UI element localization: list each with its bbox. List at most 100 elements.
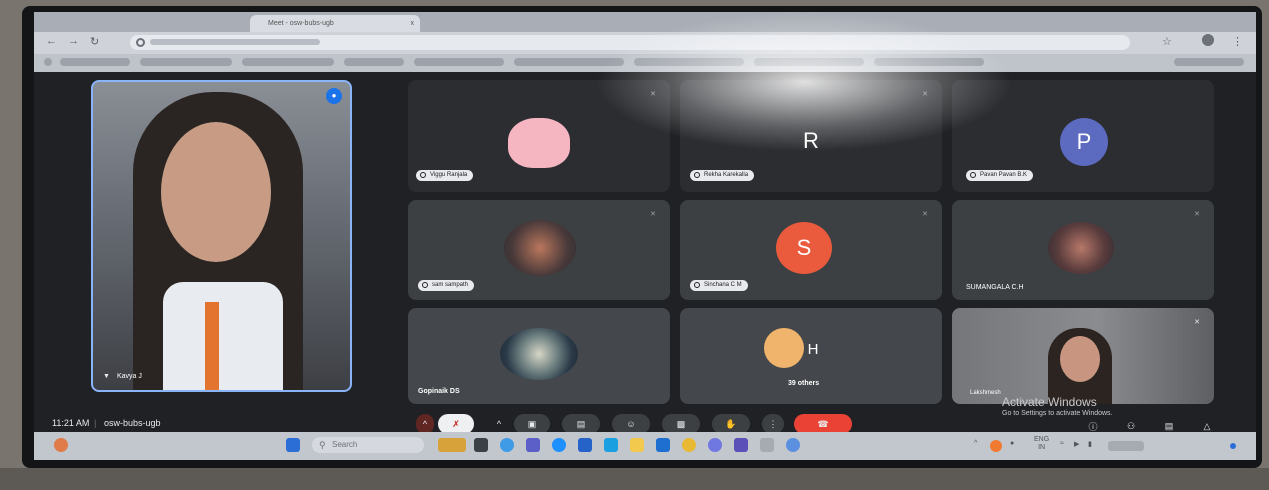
- participant-name: Pavan Pavan B.K: [966, 170, 1034, 181]
- participant-name: Sinchana C M: [690, 280, 748, 291]
- teams-icon[interactable]: [526, 438, 540, 452]
- bookmark-item[interactable]: [874, 58, 984, 66]
- start-button-windows-icon[interactable]: [286, 438, 300, 452]
- participant-avatar: [504, 220, 576, 276]
- wifi-icon[interactable]: ≈: [1060, 440, 1064, 447]
- url-text-blurred: [150, 39, 320, 45]
- browser-icon[interactable]: [552, 438, 566, 452]
- participant-avatar: [764, 328, 804, 368]
- widgets-icon[interactable]: [438, 438, 466, 452]
- all-bookmarks[interactable]: [1174, 58, 1244, 66]
- file-explorer-icon[interactable]: [630, 438, 644, 452]
- desk-surface: [0, 468, 1269, 490]
- tab-close-icon[interactable]: x: [411, 15, 415, 32]
- participant-tile-rekha[interactable]: ✕ R Rekha Karekalla: [680, 80, 942, 192]
- vpn-icon[interactable]: [734, 438, 748, 452]
- language-indicator[interactable]: ENG IN: [1034, 436, 1049, 452]
- taskbar-search-input[interactable]: ⚲ Search: [312, 437, 424, 453]
- task-view-icon[interactable]: [474, 438, 488, 452]
- search-placeholder: Search: [332, 440, 358, 449]
- profile-avatar[interactable]: [1202, 34, 1214, 46]
- captions-button[interactable]: ▤: [562, 414, 600, 434]
- mic-icon: ▼: [103, 373, 110, 380]
- forward-icon[interactable]: →: [68, 35, 79, 47]
- participant-tile-others[interactable]: H 39 others: [680, 308, 942, 404]
- participant-name: Viggu Ranjala: [416, 170, 474, 181]
- featured-speaker-tile[interactable]: ● ▼ Kavya J: [91, 80, 352, 392]
- emoji-reactions-button[interactable]: ☺: [612, 414, 650, 434]
- participant-tile-pavan[interactable]: P Pavan Pavan B.K: [952, 80, 1214, 192]
- back-icon[interactable]: ←: [46, 35, 57, 47]
- screen: Meet - osw-bubs-ugb x ← → ↻ ☆ ⋮ ● ▼ Kavy…: [34, 12, 1256, 460]
- browser-toolbar: ← → ↻ ☆ ⋮: [34, 32, 1256, 54]
- chrome-icon[interactable]: [682, 438, 696, 452]
- site-info-icon[interactable]: [136, 38, 145, 47]
- search-icon: ⚲: [319, 440, 326, 450]
- store-icon[interactable]: [578, 438, 592, 452]
- windows-taskbar: ⚲ Search ^ ● ENG IN ≈ ▶ ▮: [34, 432, 1256, 460]
- mic-options-chevron-icon[interactable]: ^: [416, 414, 434, 434]
- participant-tile-sam[interactable]: ✕ sam sampath: [408, 200, 670, 300]
- bookmark-item[interactable]: [634, 58, 744, 66]
- others-count: 39 others: [788, 380, 820, 387]
- bookmark-item[interactable]: [60, 58, 130, 66]
- bookmark-item[interactable]: [514, 58, 624, 66]
- edge-icon[interactable]: [500, 438, 514, 452]
- tray-chevron-icon[interactable]: ^: [974, 440, 977, 447]
- bookmarks-bar: [34, 54, 1256, 72]
- weather-widget-icon[interactable]: [54, 438, 68, 452]
- participant-avatar: [1048, 222, 1114, 274]
- raise-hand-button[interactable]: ✋: [712, 414, 750, 434]
- participant-tile-presenter[interactable]: ✕ Lakshmesh: [952, 308, 1214, 404]
- battery-icon[interactable]: ▮: [1088, 440, 1092, 448]
- tab-title: Meet - osw-bubs-ugb: [268, 20, 334, 27]
- more-options-icon[interactable]: ⋮: [762, 414, 784, 434]
- camera-options-chevron-icon[interactable]: ^: [490, 414, 508, 434]
- word-icon[interactable]: [656, 438, 670, 452]
- menu-kebab-icon[interactable]: ⋮: [1232, 35, 1243, 48]
- activate-windows-subtitle: Go to Settings to activate Windows.: [1002, 410, 1113, 417]
- participant-tile-viggu[interactable]: ✕ Viggu Ranjala: [408, 80, 670, 192]
- browser-tab-meet[interactable]: Meet - osw-bubs-ugb x: [250, 15, 420, 32]
- tray-app-icon[interactable]: [990, 440, 1002, 452]
- lang-line-2: IN: [1038, 444, 1046, 451]
- activate-windows-title: Activate Windows: [1002, 395, 1097, 409]
- participant-tile-sumangala[interactable]: ✕ SUMANGALA C.H: [952, 200, 1214, 300]
- participant-avatar: P: [1060, 118, 1108, 166]
- bookmark-item[interactable]: [242, 58, 334, 66]
- reload-icon[interactable]: ↻: [90, 35, 99, 48]
- system-clock[interactable]: [1108, 441, 1144, 451]
- mic-off-icon: ✕: [1194, 319, 1200, 326]
- bookmark-item[interactable]: [140, 58, 232, 66]
- app-icon[interactable]: [604, 438, 618, 452]
- participant-tile-sinchana[interactable]: ✕ S Sinchana C M: [680, 200, 942, 300]
- apps-icon[interactable]: [44, 58, 52, 66]
- participant-avatar: R: [803, 128, 819, 153]
- app-icon-2[interactable]: [760, 438, 774, 452]
- camera-toggle-button[interactable]: ▣: [514, 414, 550, 434]
- bookmark-item[interactable]: [754, 58, 864, 66]
- browser-tab-bar: Meet - osw-bubs-ugb x: [34, 12, 1256, 32]
- present-screen-button[interactable]: ▩: [662, 414, 700, 434]
- participant-name: Gopinaik DS: [418, 388, 460, 395]
- meeting-time: 11:21 AM: [52, 418, 90, 428]
- featured-name: Kavya J: [117, 373, 142, 380]
- leave-call-button[interactable]: ☎: [794, 414, 852, 434]
- app-icon-3[interactable]: [786, 438, 800, 452]
- participant-avatar: [500, 328, 578, 380]
- notification-dot-icon[interactable]: [1230, 443, 1236, 449]
- volume-icon[interactable]: ▶: [1074, 440, 1079, 448]
- address-bar[interactable]: [130, 35, 1130, 50]
- meeting-code: osw-bubs-ugb: [104, 418, 161, 428]
- star-icon[interactable]: ☆: [1162, 35, 1172, 48]
- mic-off-icon: ✕: [1194, 211, 1200, 218]
- bookmark-item[interactable]: [344, 58, 404, 66]
- tray-mic-icon[interactable]: ●: [1010, 440, 1014, 447]
- participant-avatar: S: [776, 222, 832, 274]
- bookmark-item[interactable]: [414, 58, 504, 66]
- speaker-shirt: [163, 282, 283, 390]
- mic-toggle-button[interactable]: ✗: [438, 414, 474, 434]
- participant-tile-gopinaik[interactable]: Gopinaik DS: [408, 308, 670, 404]
- participant-name: SUMANGALA C.H: [966, 284, 1024, 291]
- settings-icon[interactable]: [708, 438, 722, 452]
